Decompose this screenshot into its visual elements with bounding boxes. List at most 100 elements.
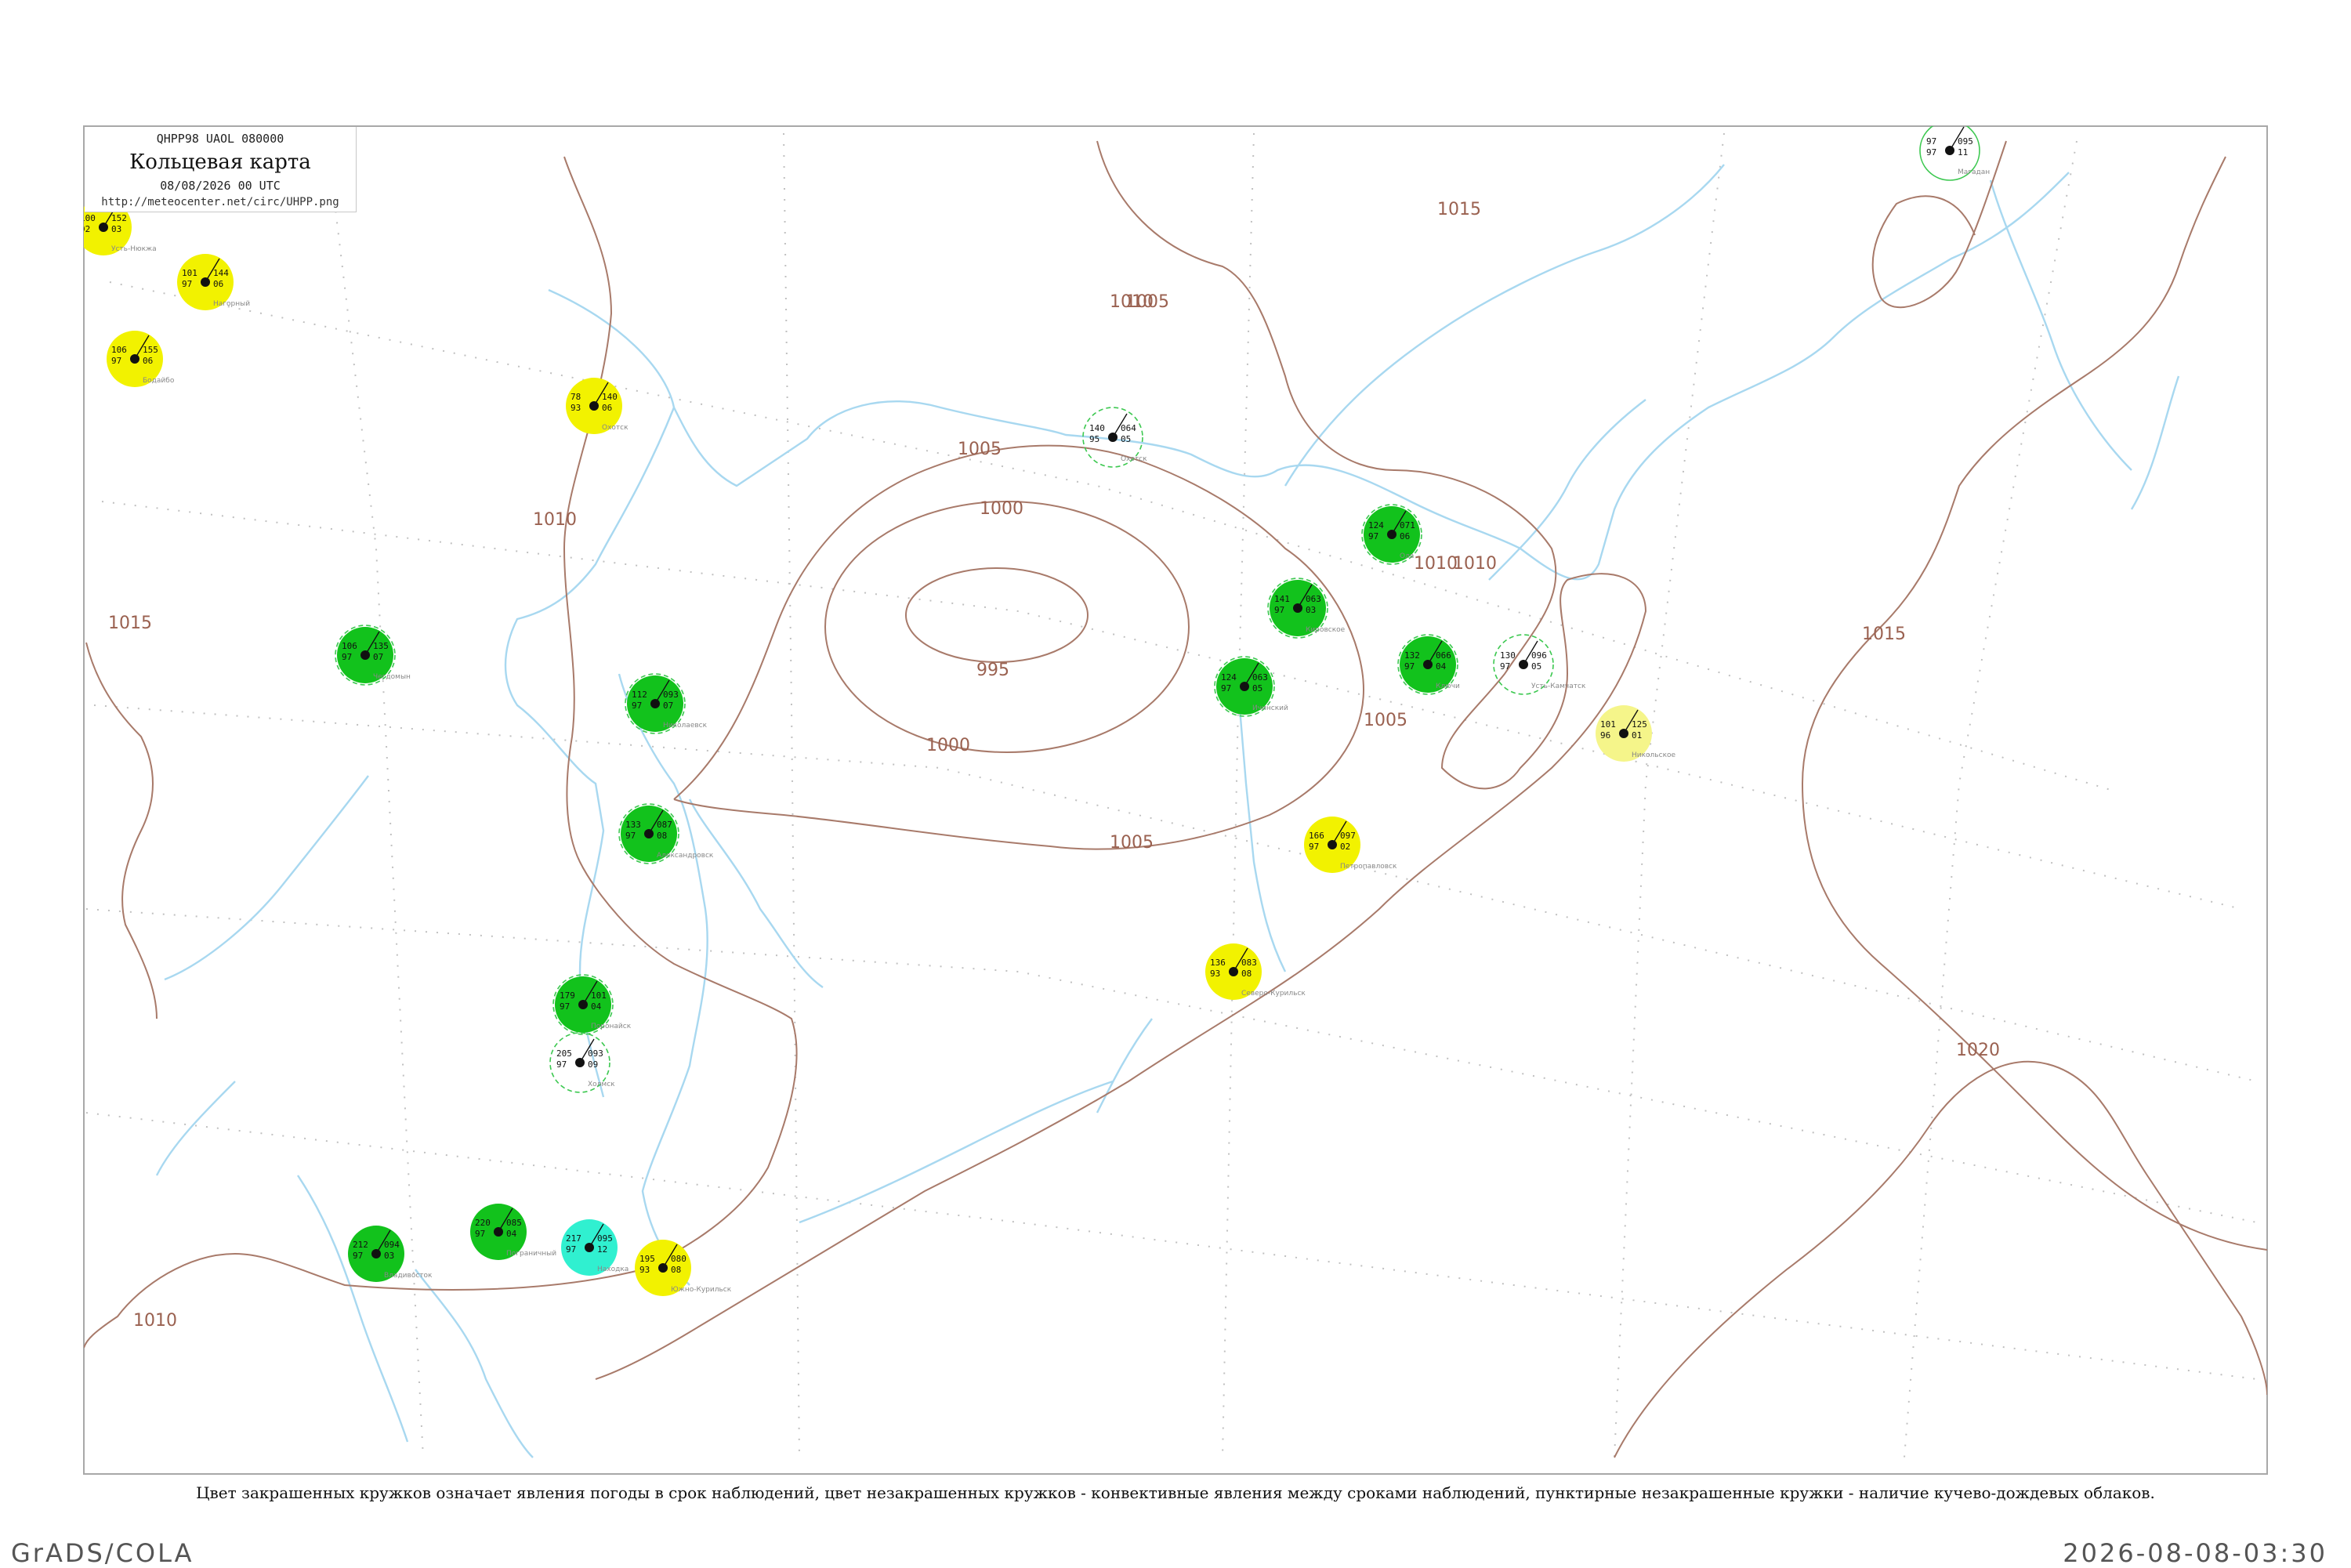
station-name: Поронайск xyxy=(591,1023,632,1030)
pressure: 064 xyxy=(1121,423,1136,433)
dew-point: 92 xyxy=(80,224,90,234)
graticule xyxy=(85,132,2258,1458)
station-marker[interactable]: 14095 06405 Охотск xyxy=(1082,407,1147,468)
pressure: 140 xyxy=(602,392,618,402)
station-name: Усть-Камчатск xyxy=(1531,683,1586,690)
isobar-labels: 1015 1010 1005 1000 995 1000 1005 1005 1… xyxy=(108,200,2000,1331)
pressure: 066 xyxy=(1436,650,1451,661)
pressure-tendency: 08 xyxy=(671,1265,681,1275)
map-header: QHPP98 UAOL 080000 Кольцевая карта 08/08… xyxy=(85,127,357,212)
pressure-tendency: 03 xyxy=(111,224,121,234)
station-marker[interactable]: 22097 08504 Пограничный xyxy=(470,1204,556,1260)
map-canvas[interactable]: 1015 1010 1005 1000 995 1000 1005 1005 1… xyxy=(0,0,2351,1567)
pressure: 083 xyxy=(1241,958,1257,968)
pressure-tendency: 06 xyxy=(213,279,223,289)
isobar-1000 xyxy=(824,501,1190,753)
dew-point: 97 xyxy=(566,1244,576,1255)
dew-point: 97 xyxy=(1221,683,1231,693)
coastline xyxy=(155,164,2180,1458)
station-name: Владивосток xyxy=(384,1272,433,1280)
station-marker[interactable]: 10697 15506 Бодайбо xyxy=(107,331,175,387)
air-temperature: 166 xyxy=(1309,831,1324,841)
station-marker[interactable]: 12497 06305 Ичинский xyxy=(1214,656,1288,717)
station-name: Нагорный xyxy=(213,300,250,308)
pressure: 101 xyxy=(591,990,607,1001)
pressure: 095 xyxy=(597,1233,613,1244)
isobar-label: 1000 xyxy=(926,736,970,755)
pressure-tendency: 01 xyxy=(1632,730,1642,741)
station-marker[interactable]: 20597 09309 Холмск xyxy=(549,1032,615,1093)
air-temperature: 101 xyxy=(1600,719,1616,730)
pressure: 071 xyxy=(1400,520,1415,531)
isobar-label: 1010 xyxy=(1414,554,1458,574)
pressure-tendency: 03 xyxy=(384,1251,394,1261)
pressure: 152 xyxy=(111,213,127,223)
station-marker[interactable]: 9797 09511 Магадан xyxy=(1919,121,1990,181)
station-marker[interactable]: 11297 09307 Николаевск xyxy=(625,673,708,734)
pressure-tendency: 04 xyxy=(1436,661,1447,672)
pressure: 094 xyxy=(384,1240,400,1250)
station-marker[interactable]: 12497 07106 Ола xyxy=(1361,504,1422,565)
pressure-tendency: 02 xyxy=(1340,842,1350,852)
footer-timestamp: 2026-08-08-03:30 xyxy=(2063,1538,2327,1568)
station-name: Ичинский xyxy=(1252,704,1288,712)
dew-point: 97 xyxy=(111,356,121,366)
station-marker[interactable]: 17997 10104 Поронайск xyxy=(552,974,632,1035)
isobar-1020 xyxy=(1614,1060,2267,1458)
dew-point: 97 xyxy=(556,1059,567,1070)
dew-point: 97 xyxy=(353,1251,363,1261)
isobars xyxy=(84,140,2267,1458)
station-marker[interactable]: 21297 09403 Владивосток xyxy=(348,1226,433,1282)
isobar-label: 1010 xyxy=(1453,554,1497,574)
pressure-tendency: 07 xyxy=(663,701,673,711)
pressure-tendency: 05 xyxy=(1531,661,1541,672)
station-name: Южно-Курильск xyxy=(671,1286,732,1294)
isobar-label: 1010 xyxy=(533,510,577,530)
station-marker[interactable]: 13097 09605 Усть-Камчатск xyxy=(1493,634,1586,695)
station-marker[interactable]: 7893 14006 Охотск xyxy=(566,378,629,434)
isobar-label: 1020 xyxy=(1956,1041,2000,1060)
station-name: Охотск xyxy=(1121,455,1147,463)
source-url[interactable]: http://meteocenter.net/circ/UHPP.png xyxy=(85,196,356,208)
station-name: Чегдомын xyxy=(373,673,411,681)
air-temperature: 220 xyxy=(475,1218,491,1228)
air-temperature: 212 xyxy=(353,1240,368,1250)
dew-point: 97 xyxy=(182,279,192,289)
pressure: 144 xyxy=(213,268,229,278)
pressure-tendency: 09 xyxy=(588,1059,598,1070)
dew-point: 97 xyxy=(1404,661,1415,672)
air-temperature: 112 xyxy=(632,690,647,700)
dew-point: 97 xyxy=(560,1001,570,1012)
pressure: 080 xyxy=(671,1254,686,1264)
station-name: Холмск xyxy=(588,1081,615,1088)
isobar-1015 xyxy=(1801,156,2267,1251)
station-name: Кировское xyxy=(1306,626,1346,634)
station-name: Находка xyxy=(597,1266,629,1273)
air-temperature: 217 xyxy=(566,1233,581,1244)
station-marker[interactable]: 13297 06604 Ключи xyxy=(1397,634,1460,695)
station-marker[interactable]: 10196 12501 Никольское xyxy=(1596,705,1676,762)
pressure-tendency: 06 xyxy=(143,356,153,366)
station-marker[interactable]: 13693 08308 Северо-Курильск xyxy=(1205,943,1306,1000)
station-marker[interactable]: 14197 06303 Кировское xyxy=(1267,578,1346,639)
isobar-label: 1015 xyxy=(1437,200,1481,219)
station-name: Александровск xyxy=(657,852,714,860)
station-marker[interactable]: 21797 09512 Находка xyxy=(561,1219,629,1276)
pressure-tendency: 06 xyxy=(602,403,612,413)
station-name: Ола xyxy=(1400,552,1414,560)
station-marker[interactable]: 10697 13507 Чегдомын xyxy=(335,625,411,686)
pressure: 087 xyxy=(657,820,672,830)
isobar-label: 1005 xyxy=(1110,833,1154,853)
station-marker[interactable]: 10197 14406 Нагорный xyxy=(177,254,250,310)
station-marker[interactable]: 16697 09702 Петропавловск xyxy=(1304,817,1397,873)
dew-point: 97 xyxy=(625,831,636,841)
station-marker[interactable]: 13397 08708 Александровск xyxy=(618,803,714,864)
isobar-label: 1015 xyxy=(1862,625,1906,644)
footer-software: GrADS/COLA xyxy=(11,1538,194,1568)
pressure: 063 xyxy=(1306,594,1321,604)
air-temperature: 130 xyxy=(1500,650,1516,661)
dew-point: 93 xyxy=(1210,969,1220,979)
pressure-tendency: 08 xyxy=(657,831,667,841)
pressure-tendency: 05 xyxy=(1121,434,1131,444)
isobar-label: 1000 xyxy=(980,499,1023,519)
